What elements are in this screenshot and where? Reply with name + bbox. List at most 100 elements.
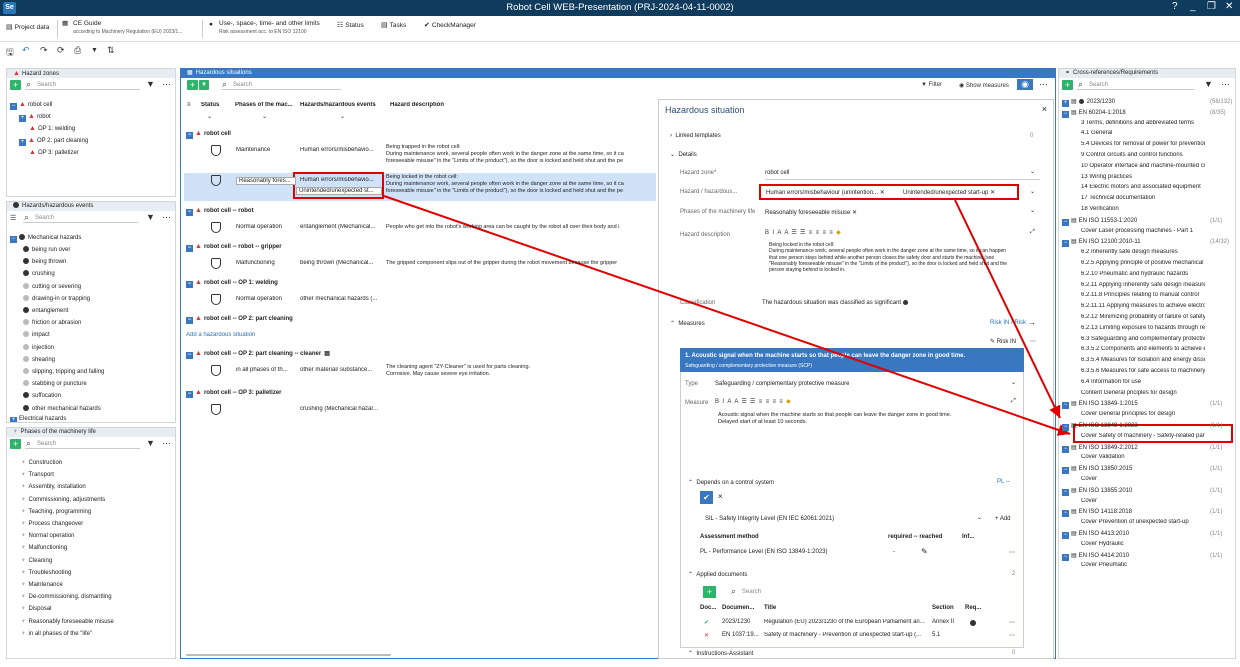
doc-section: 5.1 <box>932 632 941 638</box>
description-line: "Reasonably foreseeable misuse" in the "… <box>769 260 1008 267</box>
group-row[interactable]: − ▲ robot cell -- OP 2: part cleaning -- c… <box>186 350 330 359</box>
xref-item[interactable]: − ▤ EN ISO 13849-2:2012 <box>1062 443 1138 453</box>
xref-item[interactable]: + ▤ 2023/1230 <box>1062 97 1115 107</box>
hazard-cell[interactable]: being thrown (Mechanical... <box>300 260 384 266</box>
shield-icon[interactable] <box>211 258 221 269</box>
doc-section: Annex II <box>932 619 955 625</box>
xref-subitem[interactable]: Cover General principles for design <box>1081 411 1205 417</box>
group-row[interactable]: − ▲ robot cell -- OP 3: palletizer <box>186 389 282 398</box>
xref-subitem[interactable]: 9 Control circuits and control functions <box>1081 152 1205 158</box>
doc-title[interactable]: Safety of machinery - Prevention of unex… <box>764 632 929 638</box>
xref-subitem[interactable]: Cover Laser processing machines - Part 1 <box>1081 228 1205 234</box>
xref-subitem[interactable]: 6.3.5.4 Measures for isolation and energ… <box>1081 357 1205 363</box>
xref-subitem[interactable]: 6.2.5 Applying principle of positive mec… <box>1081 260 1205 266</box>
xref-item[interactable]: − ▤ EN ISO 13850:2015 <box>1062 464 1132 475</box>
xref-subitem[interactable]: 10 Operator interface and machine-mounte… <box>1081 163 1205 169</box>
xref-count: (1/1) <box>1210 401 1223 408</box>
more-icon[interactable]: ⋯ <box>1009 619 1015 626</box>
xref-item[interactable]: − ▤ EN ISO 13855:2010 <box>1062 486 1132 496</box>
xref-count: (1/1) <box>1210 552 1223 559</box>
more-icon[interactable]: ⋯ <box>1009 632 1015 639</box>
doc-col-header[interactable]: Documen... <box>722 605 754 611</box>
phase-cell[interactable]: Reasonably fores... <box>236 177 296 185</box>
xref-subitem[interactable]: 5.4 Devices for removal of power for pre… <box>1081 141 1205 147</box>
xref-item[interactable]: − ▤ EN ISO 4413:2010 <box>1062 529 1129 539</box>
xref-item[interactable]: − ▤ EN ISO 13849-1:2023 <box>1062 421 1138 431</box>
xref-subitem[interactable]: 6.3.5.6 Measures for safe access to mach… <box>1081 368 1205 374</box>
status-icon: ✔ <box>704 620 710 626</box>
doc-col-header[interactable]: Req... <box>965 605 981 611</box>
phase-cell[interactable]: in all phases of th... <box>236 367 296 373</box>
xref-item[interactable]: − ▤ EN ISO 14118:2018 <box>1062 507 1132 518</box>
xref-subitem[interactable]: 4.1 General <box>1081 130 1205 136</box>
shield-icon[interactable] <box>211 145 221 156</box>
xref-subitem[interactable]: 6.4 Information for use <box>1081 379 1205 385</box>
doc-title[interactable]: Regulation (EU) 2023/1230 of the Europea… <box>764 619 929 625</box>
description-line: foreseeable misuse" in the "Limits of th… <box>386 188 623 195</box>
doc-id[interactable]: EN 1037:19... <box>722 632 759 638</box>
xref-subitem[interactable]: 14 Electric motors and associated equipm… <box>1081 184 1205 190</box>
xref-subitem[interactable]: Cover Prevention of unexpected start-up <box>1081 519 1205 525</box>
doc-col-header[interactable]: Title <box>764 605 776 611</box>
xref-subitem[interactable]: Cover Validation <box>1081 454 1205 460</box>
hazard-cell[interactable]: other mechanical hazards (... <box>300 296 384 302</box>
xref-subitem[interactable]: Cover <box>1081 476 1205 482</box>
xref-subitem[interactable]: 6.2.11.8 Principles relating to manual c… <box>1081 292 1205 298</box>
phase-cell[interactable]: Normal operation <box>236 296 296 302</box>
xref-count: (14/32) <box>1210 239 1230 246</box>
xref-item[interactable]: − ▤ EN ISO 11553-1:2020 <box>1062 216 1137 226</box>
xref-subitem[interactable]: Cover Safety of machinery - Safety-relat… <box>1081 433 1205 439</box>
description-line: The gripped component slips out of the g… <box>386 260 618 266</box>
group-row[interactable]: − ▲ robot cell <box>186 130 231 139</box>
hazard-cell[interactable]: entanglement (Mechanical... <box>300 224 384 230</box>
xref-subitem[interactable]: 3 Terms, definitions and abbreviated ter… <box>1081 120 1205 126</box>
xref-item[interactable]: − ▤ EN 60204-1:2018 <box>1062 108 1126 118</box>
xref-count: (1/1) <box>1210 509 1223 516</box>
phase-cell[interactable]: Maintenance <box>236 147 296 153</box>
xref-subitem[interactable]: 6.3.5.2 Components and elements to achie… <box>1081 346 1205 352</box>
xref-count: (1/1) <box>1210 466 1223 473</box>
xref-subitem[interactable]: 6.3 Safeguarding and complementary prote… <box>1081 336 1205 342</box>
xref-subitem[interactable]: Content General priciples for design <box>1081 390 1205 396</box>
xref-subitem[interactable]: Cover Pneumatic <box>1081 562 1205 568</box>
doc-id[interactable]: 2023/1230 <box>722 619 750 625</box>
description-line: Being locked in the robot cell: <box>769 242 835 248</box>
hazard-cell[interactable]: crushing (Mechanical hazar... <box>300 406 384 412</box>
hazard-cell[interactable]: Unintended/unexpected st... <box>296 187 382 195</box>
xref-count: (1/1) <box>1210 423 1223 429</box>
phase-cell[interactable]: Normal operation <box>236 224 296 230</box>
description-line: During maintenance work, several people … <box>769 248 1007 255</box>
xref-subitem[interactable]: Cover Hydraulic <box>1081 541 1205 547</box>
description-line: foreseeable misuse" in the "Limits of th… <box>386 158 623 165</box>
xref-subitem[interactable]: 6.2.13 Limiting exposure to hazards thro… <box>1081 325 1205 331</box>
shield-icon[interactable] <box>211 175 221 186</box>
shield-icon[interactable] <box>211 365 221 376</box>
xref-subitem[interactable]: 13 Wiring practices <box>1081 174 1205 180</box>
hazard-cell[interactable]: other material/ substance... <box>300 367 384 373</box>
shield-icon[interactable] <box>211 404 221 415</box>
xref-subitem[interactable]: Cover <box>1081 498 1205 504</box>
xref-item[interactable]: − ▤ EN ISO 13849-1:2015 <box>1062 399 1138 410</box>
group-row[interactable]: − ▲ robot cell -- robot -- gripper <box>186 243 282 252</box>
xref-subitem[interactable]: 6.2.12 Minimizing probability of failure… <box>1081 314 1205 320</box>
description-line: The cleaning agent "ZY-Cleaner" is used … <box>386 364 531 370</box>
xref-count: (1/1) <box>1210 217 1223 224</box>
phase-cell[interactable]: Malfunctioning <box>236 260 296 266</box>
xref-subitem[interactable]: 6.2.11.11 Applying measures to achieve e… <box>1081 303 1205 309</box>
xref-subitem[interactable]: 6.2 Inherently safe design measures <box>1081 249 1205 255</box>
xref-item[interactable]: − ▤ EN ISO 4414:2010 <box>1062 551 1129 561</box>
shield-icon[interactable] <box>211 294 221 305</box>
group-row[interactable]: − ▲ robot cell -- OP 1: welding <box>186 279 278 288</box>
xref-subitem[interactable]: 18 Verification <box>1081 206 1205 212</box>
xref-subitem[interactable]: 17 Technical documentation <box>1081 195 1205 201</box>
hazard-cell[interactable]: Human errors/misbehavio... <box>300 147 384 153</box>
xref-item[interactable]: − ▤ EN ISO 12100:2010-11 <box>1062 237 1141 248</box>
doc-col-header[interactable]: Doc... <box>700 605 716 611</box>
group-row[interactable]: − ▲ robot cell -- robot <box>186 207 254 216</box>
shield-icon[interactable] <box>211 222 221 233</box>
group-row[interactable]: − ▲ robot cell -- OP 2: part cleaning <box>186 315 293 324</box>
xref-subitem[interactable]: 6.2.10 Pneumatic and hydraulic hazards <box>1081 271 1205 277</box>
doc-col-header[interactable]: Section <box>932 605 954 611</box>
hazard-cell[interactable]: Human errors/misbehavio... <box>300 177 384 183</box>
xref-subitem[interactable]: 6.2.11 Applying inherently safe design m… <box>1081 282 1205 288</box>
